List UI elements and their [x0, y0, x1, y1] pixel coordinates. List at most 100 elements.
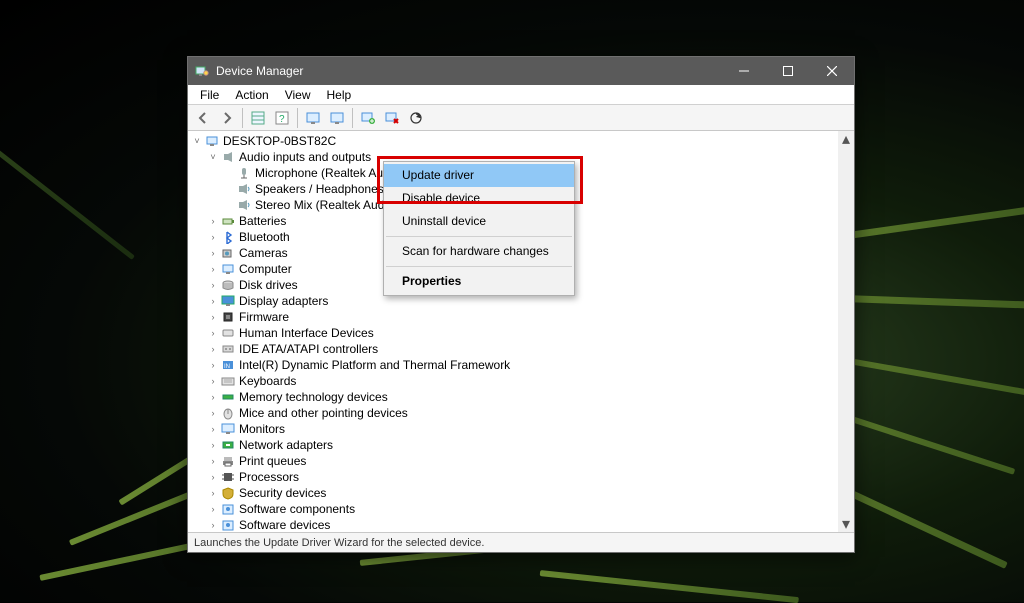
tree-root[interactable]: ˅ DESKTOP-0BST82C: [188, 133, 838, 149]
node-label: Software components: [239, 502, 355, 516]
mouse-icon: [220, 405, 236, 421]
ctx-scan-hardware[interactable]: Scan for hardware changes: [384, 240, 574, 263]
expand-icon[interactable]: [224, 168, 234, 178]
vertical-scrollbar[interactable]: ▴ ▾: [838, 131, 854, 532]
expand-icon[interactable]: ›: [208, 472, 218, 482]
tree-category-intel-r-dynamic-platform-and-thermal-framework[interactable]: ›INIntel(R) Dynamic Platform and Thermal…: [188, 357, 838, 373]
titlebar[interactable]: Device Manager: [188, 57, 854, 85]
menu-help[interactable]: Help: [319, 85, 360, 105]
sec-icon: [220, 485, 236, 501]
node-label: Audio inputs and outputs: [239, 150, 371, 164]
node-label: DESKTOP-0BST82C: [223, 134, 336, 148]
back-button[interactable]: [192, 107, 214, 129]
scroll-up-arrow[interactable]: ▴: [838, 131, 854, 147]
minimize-button[interactable]: [722, 57, 766, 85]
node-label: Human Interface Devices: [239, 326, 374, 340]
expand-icon[interactable]: ›: [208, 216, 218, 226]
speaker-icon: [236, 197, 252, 213]
hid-icon: [220, 325, 236, 341]
expand-icon[interactable]: ›: [208, 360, 218, 370]
expand-icon[interactable]: [224, 184, 234, 194]
ctx-uninstall-device[interactable]: Uninstall device: [384, 210, 574, 233]
net-icon: [220, 437, 236, 453]
ide-icon: [220, 341, 236, 357]
node-label: Memory technology devices: [239, 390, 388, 404]
expand-icon[interactable]: ›: [208, 376, 218, 386]
expand-icon[interactable]: ›: [208, 520, 218, 530]
expand-icon[interactable]: ›: [208, 312, 218, 322]
tree-category-print-queues[interactable]: ›Print queues: [188, 453, 838, 469]
tree-category-processors[interactable]: › Processors: [188, 469, 838, 485]
menubar: File Action View Help: [188, 85, 854, 105]
expand-icon[interactable]: [224, 200, 234, 210]
node-label: Keyboards: [239, 374, 296, 388]
ctx-update-driver[interactable]: Update driver: [384, 164, 574, 187]
tree-category-monitors[interactable]: › Monitors: [188, 421, 838, 437]
maximize-button[interactable]: [766, 57, 810, 85]
forward-button[interactable]: [216, 107, 238, 129]
node-label: Batteries: [239, 214, 286, 228]
node-label: Processors: [239, 470, 299, 484]
expand-icon[interactable]: ›: [208, 408, 218, 418]
tree-category-software-components[interactable]: › Software components: [188, 501, 838, 517]
menu-file[interactable]: File: [192, 85, 227, 105]
node-label: Firmware: [239, 310, 289, 324]
update-driver-button[interactable]: [357, 107, 379, 129]
tree-category-keyboards[interactable]: › Keyboards: [188, 373, 838, 389]
node-label: Intel(R) Dynamic Platform and Thermal Fr…: [239, 358, 510, 372]
view-button[interactable]: [302, 107, 324, 129]
node-label: Computer: [239, 262, 292, 276]
node-label: Bluetooth: [239, 230, 290, 244]
speaker-icon: [236, 181, 252, 197]
expand-icon[interactable]: ›: [208, 232, 218, 242]
monitor-icon: [220, 421, 236, 437]
toolbar: ?: [188, 105, 854, 131]
ctx-separator: [386, 266, 572, 267]
tree-category-memory-technology-devices[interactable]: › Memory technology devices: [188, 389, 838, 405]
proc-icon: [220, 469, 236, 485]
help-topics-button[interactable]: ?: [271, 107, 293, 129]
expand-icon[interactable]: ›: [208, 504, 218, 514]
expand-icon[interactable]: ˅: [208, 152, 218, 162]
uninstall-device-button[interactable]: [381, 107, 403, 129]
node-label: Display adapters: [239, 294, 328, 308]
device-tree[interactable]: ˅ DESKTOP-0BST82C ˅ Audio inputs and output…: [188, 131, 854, 532]
tree-category-ide-ata-atapi-controllers[interactable]: ›IDE ATA/ATAPI controllers: [188, 341, 838, 357]
disk-icon: [220, 277, 236, 293]
ctx-disable-device[interactable]: Disable device: [384, 187, 574, 210]
expand-icon[interactable]: ˅: [192, 136, 202, 146]
expand-icon[interactable]: ›: [208, 280, 218, 290]
expand-icon[interactable]: ›: [208, 248, 218, 258]
expand-icon[interactable]: ›: [208, 488, 218, 498]
device-manager-window: Device Manager File Action View Help ? ˅…: [187, 56, 855, 553]
expand-icon[interactable]: ›: [208, 392, 218, 402]
expand-icon[interactable]: ›: [208, 456, 218, 466]
tree-category-human-interface-devices[interactable]: › Human Interface Devices: [188, 325, 838, 341]
context-menu: Update driver Disable device Uninstall d…: [383, 161, 575, 296]
tree-category-firmware[interactable]: › Firmware: [188, 309, 838, 325]
expand-icon[interactable]: ›: [208, 328, 218, 338]
menu-view[interactable]: View: [277, 85, 319, 105]
ctx-properties[interactable]: Properties: [384, 270, 574, 293]
tree-category-software-devices[interactable]: ›Software devices: [188, 517, 838, 532]
scroll-down-arrow[interactable]: ▾: [838, 516, 854, 532]
tree-category-security-devices[interactable]: ›Security devices: [188, 485, 838, 501]
menu-action[interactable]: Action: [227, 85, 276, 105]
cam-icon: [220, 245, 236, 261]
window-title: Device Manager: [216, 64, 303, 78]
show-hide-console-tree-button[interactable]: [247, 107, 269, 129]
expand-icon[interactable]: ›: [208, 440, 218, 450]
node-label: Monitors: [239, 422, 285, 436]
tree-category-mice-and-other-pointing-devices[interactable]: ›Mice and other pointing devices: [188, 405, 838, 421]
chip-icon: [220, 309, 236, 325]
bt-icon: [220, 229, 236, 245]
close-button[interactable]: [810, 57, 854, 85]
expand-icon[interactable]: ›: [208, 424, 218, 434]
soft-icon: [220, 501, 236, 517]
scan-hardware-button[interactable]: [405, 107, 427, 129]
expand-icon[interactable]: ›: [208, 344, 218, 354]
tree-category-network-adapters[interactable]: ›Network adapters: [188, 437, 838, 453]
expand-icon[interactable]: ›: [208, 264, 218, 274]
expand-icon[interactable]: ›: [208, 296, 218, 306]
view2-button[interactable]: [326, 107, 348, 129]
